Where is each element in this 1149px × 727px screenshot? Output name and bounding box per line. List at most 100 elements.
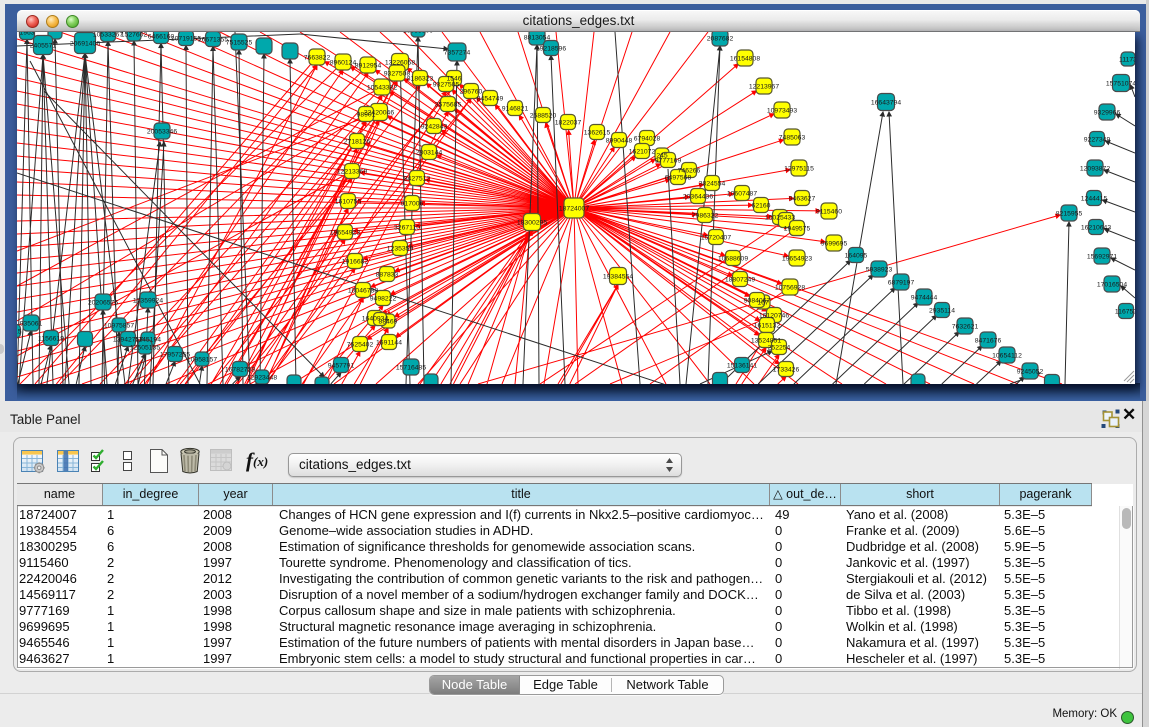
svg-text:1822037: 1822037 xyxy=(555,120,582,127)
svg-text:7357274: 7357274 xyxy=(444,50,471,57)
svg-text:15136141: 15136141 xyxy=(727,363,757,370)
svg-text:8215955: 8215955 xyxy=(1056,211,1083,218)
svg-text:16782759: 16782759 xyxy=(225,367,255,374)
svg-text:1733426: 1733426 xyxy=(773,367,800,374)
svg-text:116753: 116753 xyxy=(1115,309,1135,316)
svg-text:12975115: 12975115 xyxy=(784,166,814,173)
svg-text:10046788: 10046788 xyxy=(348,288,378,295)
svg-text:11173: 11173 xyxy=(1119,57,1135,64)
svg-text:7663822: 7663822 xyxy=(304,55,331,62)
svg-text:9242843: 9242843 xyxy=(421,124,448,131)
svg-text:17359924: 17359924 xyxy=(133,298,163,305)
svg-text:17957255: 17957255 xyxy=(160,352,190,359)
svg-text:9327505: 9327505 xyxy=(433,82,460,89)
svg-text:252254: 252254 xyxy=(768,345,791,352)
svg-text:887833: 887833 xyxy=(376,272,399,279)
svg-text:917006: 917006 xyxy=(401,201,424,208)
svg-text:1615132: 1615132 xyxy=(754,323,781,330)
svg-text:1235359: 1235359 xyxy=(387,246,414,253)
svg-text:16120746: 16120746 xyxy=(759,313,789,320)
svg-text:7986322: 7986322 xyxy=(692,213,719,220)
svg-text:20206576: 20206576 xyxy=(88,300,118,307)
svg-text:20691406: 20691406 xyxy=(70,41,100,48)
svg-text:935061: 935061 xyxy=(20,321,43,328)
svg-text:12093872: 12093872 xyxy=(1080,166,1110,173)
svg-text:19384554: 19384554 xyxy=(603,274,633,281)
svg-text:16154808: 16154808 xyxy=(730,56,760,63)
svg-text:15716485: 15716485 xyxy=(396,365,426,372)
svg-text:9245052: 9245052 xyxy=(1017,369,1044,376)
svg-text:20364436: 20364436 xyxy=(683,194,713,201)
svg-text:1362615: 1362615 xyxy=(584,130,611,137)
svg-text:13226058: 13226058 xyxy=(385,60,415,67)
svg-text:9498222: 9498222 xyxy=(370,296,397,303)
svg-text:9474444: 9474444 xyxy=(911,295,938,302)
svg-text:12923448: 12923448 xyxy=(247,375,277,382)
svg-text:1244415: 1244415 xyxy=(1081,196,1108,203)
svg-text:17016504: 17016504 xyxy=(1097,282,1127,289)
svg-text:18300295: 18300295 xyxy=(517,220,547,227)
svg-text:6879197: 6879197 xyxy=(888,280,915,287)
svg-text:3267110: 3267110 xyxy=(394,225,420,232)
svg-text:16671355: 16671355 xyxy=(198,37,228,44)
svg-text:8813054: 8813054 xyxy=(524,35,551,42)
svg-text:9777169: 9777169 xyxy=(655,158,682,165)
svg-text:12213369: 12213369 xyxy=(337,169,367,176)
svg-text:8454749: 8454749 xyxy=(477,96,504,103)
svg-text:10975857: 10975857 xyxy=(104,323,134,330)
svg-text:6497568: 6497568 xyxy=(665,175,692,182)
svg-text:19654923: 19654923 xyxy=(330,230,360,237)
svg-text:2405571: 2405571 xyxy=(30,43,57,50)
svg-text:(x): (x) xyxy=(253,454,268,469)
svg-text:9146821: 9146821 xyxy=(502,106,529,113)
svg-text:10025433: 10025433 xyxy=(765,215,795,222)
svg-text:9699695: 9699695 xyxy=(821,241,848,248)
svg-text:9329966: 9329966 xyxy=(1094,110,1121,117)
svg-text:2718126: 2718126 xyxy=(344,139,371,146)
svg-text:19654923: 19654923 xyxy=(782,256,812,263)
svg-text:10543382: 10543382 xyxy=(367,85,397,92)
svg-text:15751074: 15751074 xyxy=(1106,81,1135,88)
svg-text:296760: 296760 xyxy=(460,89,483,96)
svg-text:5938923: 5938923 xyxy=(866,267,893,274)
svg-text:62160: 62160 xyxy=(752,203,771,210)
svg-text:18724007: 18724007 xyxy=(559,206,589,213)
svg-text:16643794: 16643794 xyxy=(871,100,901,107)
svg-text:9115460: 9115460 xyxy=(816,209,842,216)
svg-text:10973493: 10973493 xyxy=(767,108,797,115)
svg-text:8990448: 8990448 xyxy=(606,138,633,145)
svg-text:1527602: 1527602 xyxy=(121,32,148,39)
svg-text:16033809: 16033809 xyxy=(403,32,433,35)
svg-text:1145194: 1145194 xyxy=(135,337,161,344)
svg-text:16210643: 16210643 xyxy=(1081,225,1111,232)
svg-text:6794028: 6794028 xyxy=(634,136,661,143)
svg-text:8960124: 8960124 xyxy=(330,60,357,67)
svg-text:9463627: 9463627 xyxy=(789,196,816,203)
svg-text:10533267: 10533267 xyxy=(93,32,123,39)
svg-text:13524851: 13524851 xyxy=(751,338,781,345)
svg-text:7515525: 7515525 xyxy=(226,40,253,47)
svg-text:9227349: 9227349 xyxy=(1084,137,1111,144)
svg-text:12505135: 12505135 xyxy=(130,345,160,352)
svg-text:2935114: 2935114 xyxy=(929,308,955,315)
svg-text:15692971: 15692971 xyxy=(1087,254,1117,261)
svg-text:7485063: 7485063 xyxy=(779,135,806,142)
svg-text:18807249: 18807249 xyxy=(725,277,755,284)
svg-text:1916682: 1916682 xyxy=(342,259,369,266)
svg-text:3824554: 3824554 xyxy=(699,181,726,188)
svg-text:3575685: 3575685 xyxy=(435,102,462,109)
svg-text:2087682: 2087682 xyxy=(707,36,734,43)
svg-text:1691144: 1691144 xyxy=(376,340,402,347)
svg-text:1156619: 1156619 xyxy=(38,336,64,343)
svg-text:1963: 1963 xyxy=(19,32,34,37)
svg-text:7632621: 7632621 xyxy=(952,324,979,331)
svg-text:2588520: 2588520 xyxy=(530,113,557,120)
svg-text:164095: 164095 xyxy=(845,253,868,260)
svg-text:9457791: 9457791 xyxy=(328,363,355,370)
svg-text:8471676: 8471676 xyxy=(975,338,1002,345)
svg-text:7625402: 7625402 xyxy=(347,342,374,349)
svg-text:746266: 746266 xyxy=(678,168,701,175)
svg-text:3915: 3915 xyxy=(17,329,22,336)
svg-text:15720407: 15720407 xyxy=(701,235,731,242)
svg-text:1949575: 1949575 xyxy=(784,226,811,233)
